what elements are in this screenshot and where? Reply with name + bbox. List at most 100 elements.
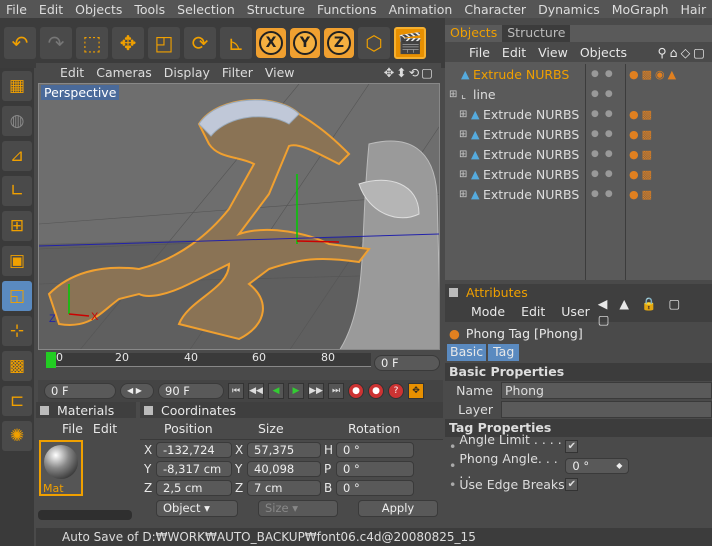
coord-pos-field[interactable]: -132,724 cm <box>156 441 232 471</box>
expand-icon[interactable]: ⊞ <box>459 189 467 200</box>
objects-menu-view[interactable]: View <box>532 45 574 60</box>
menu-file[interactable]: File <box>0 2 33 17</box>
visibility-dots-icon[interactable]: ●● <box>591 109 619 119</box>
attributes-nav-icon[interactable]: ◀ ▲ 🔒 ▢ ▢ <box>598 296 712 327</box>
object-row[interactable]: ⊞ ▲ Extrude NURBS ●● ●▩ <box>445 104 712 124</box>
viewport-perspective[interactable]: X Z Perspective <box>38 83 440 350</box>
end-frame-field[interactable]: 90 F <box>158 383 224 399</box>
object-tags-icon[interactable]: ●▩ <box>629 108 655 121</box>
model-mode-icon[interactable]: ▦ <box>2 71 32 101</box>
viewport-menu-view[interactable]: View <box>259 65 301 80</box>
object-tags-icon[interactable]: ●▩ <box>629 148 655 161</box>
coord-mode-dropdown[interactable]: Object ▾ <box>156 500 238 517</box>
axis-x-button[interactable]: X <box>256 28 286 58</box>
current-frame-field[interactable]: 0 F <box>374 355 440 371</box>
undo-icon[interactable]: ↶ <box>4 27 36 59</box>
scale-icon[interactable]: ◰ <box>148 27 180 59</box>
expand-icon[interactable]: ⊞ <box>459 129 467 140</box>
objects-menu-edit[interactable]: Edit <box>496 45 532 60</box>
objects-search-icon[interactable]: ⚲⌂◇▢ <box>657 45 712 60</box>
attributes-menu-mode[interactable]: Mode <box>445 304 513 319</box>
prev-key-icon[interactable]: ◀◀ <box>248 383 264 399</box>
materials-scrollbar[interactable] <box>38 510 132 520</box>
redo-icon[interactable]: ↷ <box>40 27 72 59</box>
expand-icon[interactable]: ⊞ <box>459 169 467 180</box>
visibility-dots-icon[interactable]: ●● <box>591 169 619 179</box>
object-row[interactable]: ⊞ ▲ Extrude NURBS ●● ●▩ <box>445 124 712 144</box>
angle-limit-checkbox[interactable]: ✔ <box>565 440 579 453</box>
sculpt-icon[interactable]: ✺ <box>2 421 32 451</box>
layer-field[interactable] <box>501 401 712 418</box>
frame-stepper[interactable]: ◀ ▶ <box>120 383 154 399</box>
snap-icon[interactable]: ⊏ <box>2 386 32 416</box>
visibility-dots-icon[interactable]: ●● <box>591 69 619 79</box>
visibility-dots-icon[interactable]: ●● <box>591 129 619 139</box>
coord-size-field[interactable]: 40,098 cm <box>247 460 321 490</box>
move-icon[interactable]: ✥ <box>112 27 144 59</box>
menu-hair[interactable]: Hair <box>675 2 712 17</box>
menu-objects[interactable]: Objects <box>69 2 128 17</box>
apply-button[interactable]: Apply <box>358 500 438 517</box>
coord-pos-field[interactable]: 2,5 cm <box>156 479 232 496</box>
go-end-icon[interactable]: ⏭ <box>328 383 344 399</box>
next-key-icon[interactable]: ▶▶ <box>308 383 324 399</box>
expand-icon[interactable]: ⊞ <box>449 89 457 100</box>
object-tags-icon[interactable]: ●▩ <box>629 128 655 141</box>
menu-tools[interactable]: Tools <box>128 2 171 17</box>
viewport-menu-filter[interactable]: Filter <box>216 65 259 80</box>
live-selection-icon[interactable]: ⬚ <box>76 27 108 59</box>
material-swatch-mat[interactable]: Mat <box>39 440 83 496</box>
play-icon[interactable]: ▶ <box>288 383 304 399</box>
viewport-menu-cameras[interactable]: Cameras <box>90 65 158 80</box>
axis-y-button[interactable]: Y <box>290 28 320 58</box>
coord-size-field[interactable]: 7 cm <box>247 479 321 496</box>
tab-tag[interactable]: Tag <box>488 344 520 361</box>
expand-icon[interactable]: ⊞ <box>459 109 467 120</box>
texture-mode-icon[interactable]: ◍ <box>2 106 32 136</box>
coord-rot-field[interactable]: 0 ° <box>336 460 414 477</box>
expand-icon[interactable]: ⊞ <box>459 149 467 160</box>
menu-structure[interactable]: Structure <box>241 2 311 17</box>
menu-edit[interactable]: Edit <box>33 2 69 17</box>
object-row[interactable]: ⊞ ▲ Extrude NURBS ●● ●▩ <box>445 184 712 204</box>
render-clapper-icon[interactable]: 🎬 <box>394 27 426 59</box>
object-row[interactable]: ⊞ ▲ Extrude NURBS ●● ●▩ <box>445 144 712 164</box>
timeline[interactable]: 0 20 40 60 80 0 F <box>38 350 440 380</box>
coord-pos-field[interactable]: -8,317 cm <box>156 460 232 477</box>
coord-size-field[interactable]: 57,375 cm <box>247 441 321 471</box>
autokey-icon[interactable]: ● <box>368 383 384 399</box>
materials-menu-file[interactable]: File <box>62 421 83 436</box>
coordinate-system-icon[interactable]: ⊾ <box>220 27 252 59</box>
axis-mode-icon[interactable]: ∟ <box>2 176 32 206</box>
rotate-icon[interactable]: ⟳ <box>184 27 216 59</box>
coord-rot-field[interactable]: 0 ° <box>336 441 414 458</box>
hierarchy-mode-icon[interactable]: ⊹ <box>2 316 32 346</box>
object-row[interactable]: ⊞ ▲ Extrude NURBS ●● ●▩ <box>445 164 712 184</box>
record-icon[interactable]: ● <box>348 383 364 399</box>
start-frame-field[interactable]: 0 F <box>44 383 116 399</box>
polygons-mode-icon[interactable]: ▣ <box>2 246 32 276</box>
phong-angle-field[interactable]: 0 ° ◆ <box>565 457 630 474</box>
menu-dynamics[interactable]: Dynamics <box>532 2 606 17</box>
keyframe-icon[interactable]: ? <box>388 383 404 399</box>
visibility-dots-icon[interactable]: ●● <box>591 149 619 159</box>
viewport-nav-icons[interactable]: ✥⬍⟲▢ <box>378 65 441 80</box>
attributes-menu-edit[interactable]: Edit <box>513 304 553 319</box>
viewport-menu-display[interactable]: Display <box>158 65 216 80</box>
tab-basic[interactable]: Basic <box>447 344 487 361</box>
object-tags-icon[interactable]: ●▩◉▲ <box>629 68 679 81</box>
viewport-menu-edit[interactable]: Edit <box>36 65 90 80</box>
objects-menu-objects[interactable]: Objects <box>574 45 633 60</box>
object-tags-icon[interactable]: ●▩ <box>629 188 655 201</box>
points-mode-icon[interactable]: ⊿ <box>2 141 32 171</box>
objects-menu-file[interactable]: File <box>445 45 496 60</box>
coord-rot-field[interactable]: 0 ° <box>336 479 414 496</box>
menu-functions[interactable]: Functions <box>311 2 383 17</box>
materials-menu-edit[interactable]: Edit <box>93 421 117 436</box>
size-mode-dropdown[interactable]: Size ▾ <box>258 500 338 517</box>
edge-breaks-checkbox[interactable]: ✔ <box>565 478 579 491</box>
name-field[interactable]: Phong <box>501 382 712 399</box>
visibility-dots-icon[interactable]: ●● <box>591 89 619 99</box>
menu-animation[interactable]: Animation <box>383 2 459 17</box>
object-row[interactable]: ⊞ ⌞ line ●● <box>445 84 712 104</box>
